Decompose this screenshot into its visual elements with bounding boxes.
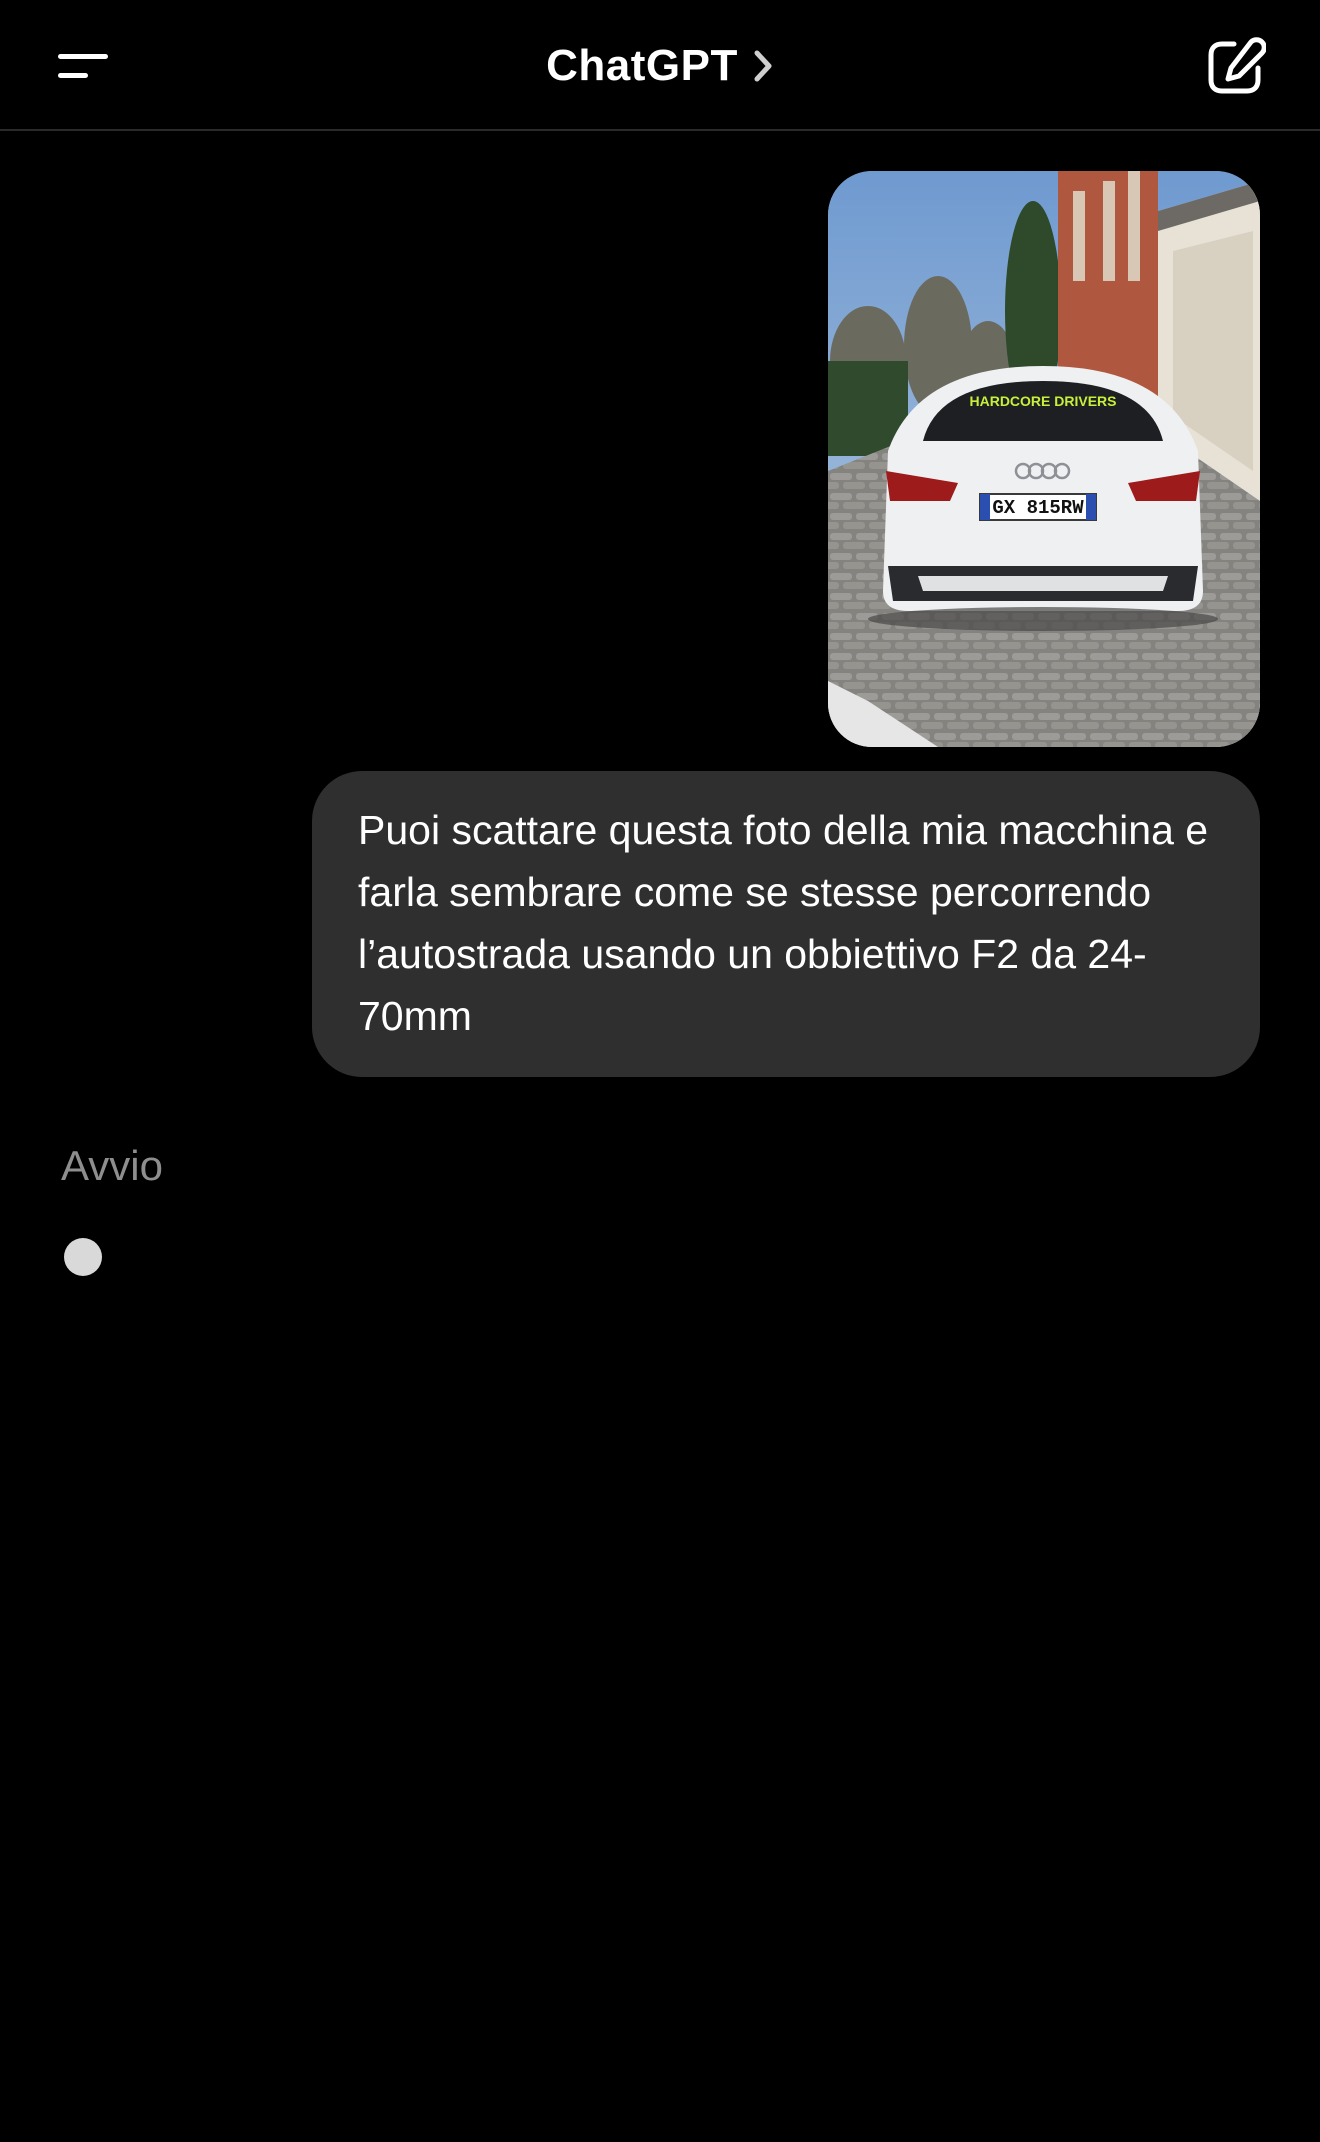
chevron-right-icon xyxy=(752,49,774,83)
new-chat-button[interactable] xyxy=(1204,36,1267,98)
license-plate: GX 815RW xyxy=(992,497,1084,519)
windshield-banner: HARDCORE DRIVERS xyxy=(969,393,1116,409)
user-message-bubble: Puoi scattare questa foto della mia macc… xyxy=(312,771,1260,1077)
typing-indicator-dot xyxy=(64,1238,102,1276)
model-selector[interactable]: ChatGPT xyxy=(0,34,1320,98)
top-bar: ChatGPT xyxy=(0,0,1320,131)
status-label: Avvio xyxy=(61,1142,163,1189)
user-message-text: Puoi scattare questa foto della mia macc… xyxy=(358,807,1209,1039)
user-attached-image[interactable]: HARDCORE DRIVERS GX 815RW xyxy=(828,171,1260,747)
compose-icon xyxy=(1204,37,1267,102)
app-title: ChatGPT xyxy=(546,41,738,90)
